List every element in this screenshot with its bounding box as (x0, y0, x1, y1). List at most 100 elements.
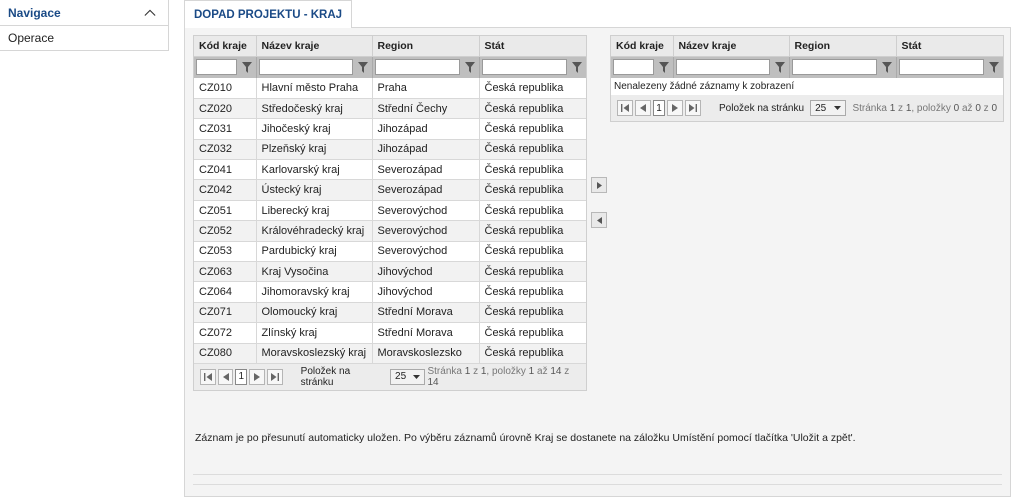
page-size-select[interactable]: 25 (810, 100, 847, 116)
first-page-icon[interactable] (617, 100, 633, 116)
filter-icon[interactable] (570, 60, 584, 74)
table-row[interactable]: CZ071 Olomoucký kraj Střední Morava Česká r… (194, 302, 586, 324)
filter-input[interactable] (258, 59, 353, 76)
cell-kod: CZ080 (194, 343, 257, 364)
cell-stat: Česká republika (479, 78, 586, 99)
cell-stat: Česká republika (479, 159, 586, 181)
column-header-kod[interactable]: Kód kraje (194, 36, 257, 57)
cell-stat: Česká republika (479, 261, 586, 283)
last-page-icon[interactable] (685, 100, 701, 116)
filter-icon[interactable] (240, 60, 254, 74)
cell-stat: Česká republika (479, 343, 586, 364)
table-row[interactable]: CZ064 Jihomoravský kraj Jihovýchod Česká re… (194, 281, 586, 303)
cell-stat: Česká republika (479, 98, 586, 120)
filter-icon[interactable] (356, 60, 370, 74)
grid-header-row: Kód kraje Název kraje Region Stát (194, 36, 586, 57)
move-right-icon[interactable] (591, 177, 607, 193)
column-header-region[interactable]: Region (372, 36, 480, 57)
info-note: Záznam je po přesunutí automaticky ulože… (195, 432, 856, 444)
cell-region: Střední Morava (372, 322, 480, 344)
cell-region: Moravskoslezsko (372, 343, 480, 364)
page-size-label: Položek na stránku (719, 102, 805, 114)
filter-icon[interactable] (773, 60, 787, 74)
column-header-region[interactable]: Region (789, 36, 897, 57)
current-page[interactable]: 1 (235, 368, 248, 385)
filter-input[interactable] (374, 59, 460, 76)
cell-nazev: Kraj Vysočina (256, 261, 373, 283)
filter-icon[interactable] (987, 60, 1001, 74)
filter-input[interactable] (675, 59, 770, 76)
cell-nazev: Hlavní město Praha (256, 78, 373, 99)
cell-kod: CZ063 (194, 261, 257, 283)
filter-icon[interactable] (657, 60, 671, 74)
move-left-icon[interactable] (591, 212, 607, 228)
filter-input[interactable] (481, 59, 567, 76)
column-header-stat[interactable]: Stát (896, 36, 1003, 57)
cell-stat: Česká republika (479, 118, 586, 140)
table-row[interactable]: CZ053 Pardubický kraj Severovýchod Česká re… (194, 241, 586, 263)
column-header-stat[interactable]: Stát (479, 36, 586, 57)
table-row[interactable]: CZ031 Jihočeský kraj Jihozápad Česká republ… (194, 118, 586, 140)
filter-input[interactable] (898, 59, 984, 76)
grid-pager: 1 Položek na stránku 25 Stránka 1 z 1, p… (194, 363, 586, 390)
next-page-icon[interactable] (249, 368, 265, 385)
available-regions-grid: Kód kraje Název kraje Region Stát CZ010 H… (193, 35, 587, 391)
filter-icon[interactable] (880, 60, 894, 74)
cell-region: Severovýchod (372, 220, 480, 242)
cell-nazev: Plzeňský kraj (256, 139, 373, 161)
column-header-nazev[interactable]: Název kraje (256, 36, 373, 57)
cell-kod: CZ064 (194, 281, 257, 303)
table-row[interactable]: CZ072 Zlínský kraj Střední Morava Česká rep… (194, 322, 586, 344)
nav-header[interactable]: Navigace (0, 0, 169, 26)
table-row[interactable]: CZ080 Moravskoslezský kraj Moravskoslezsko… (194, 343, 586, 364)
selected-regions-grid: Kód kraje Název kraje Region Stát Nenale… (610, 35, 1004, 122)
cell-nazev: Olomoucký kraj (256, 302, 373, 324)
cell-kod: CZ053 (194, 241, 257, 263)
cell-region: Severovýchod (372, 200, 480, 222)
column-header-nazev[interactable]: Název kraje (673, 36, 790, 57)
table-row[interactable]: CZ063 Kraj Vysočina Jihovýchod Česká republ… (194, 261, 586, 283)
filter-icon[interactable] (463, 60, 477, 74)
cell-kod: CZ041 (194, 159, 257, 181)
table-row[interactable]: CZ032 Plzeňský kraj Jihozápad Česká republi… (194, 139, 586, 161)
cell-stat: Česká republika (479, 179, 586, 201)
first-page-icon[interactable] (200, 368, 216, 385)
filter-input[interactable] (613, 59, 654, 76)
cell-kod: CZ071 (194, 302, 257, 324)
column-header-kod[interactable]: Kód kraje (611, 36, 674, 57)
prev-page-icon[interactable] (635, 100, 651, 116)
cell-nazev: Královéhradecký kraj (256, 220, 373, 242)
filter-input[interactable] (196, 59, 237, 76)
cell-region: Severozápad (372, 179, 480, 201)
cell-region: Jihozápad (372, 118, 480, 140)
cell-kod: CZ031 (194, 118, 257, 140)
cell-nazev: Moravskoslezský kraj (256, 343, 373, 364)
chevron-down-icon (413, 374, 421, 379)
sidebar-item-operace[interactable]: Operace (0, 26, 169, 51)
page-size-select[interactable]: 25 (390, 368, 426, 385)
table-row[interactable]: CZ020 Středočeský kraj Střední Čechy Česká … (194, 98, 586, 120)
cell-nazev: Karlovarský kraj (256, 159, 373, 181)
tab-dopad-projektu-kraj[interactable]: DOPAD PROJEKTU - KRAJ (184, 0, 353, 28)
cell-region: Jihovýchod (372, 281, 480, 303)
sidebar-item-label: Operace (8, 31, 55, 45)
cell-kod: CZ042 (194, 179, 257, 201)
main-panel: Kód kraje Název kraje Region Stát CZ010 H… (184, 27, 1011, 497)
table-row[interactable]: CZ052 Královéhradecký kraj Severovýchod Čes… (194, 220, 586, 242)
sidebar: Navigace Operace (0, 0, 169, 51)
current-page[interactable]: 1 (653, 100, 665, 116)
table-row[interactable]: CZ010 Hlavní město Praha Praha Česká republ… (194, 78, 586, 99)
divider (193, 474, 1002, 475)
pager-info: Stránka 1 z 1, položky 0 až 0 z 0 (852, 102, 997, 114)
cell-nazev: Jihomoravský kraj (256, 281, 373, 303)
table-row[interactable]: CZ041 Karlovarský kraj Severozápad Česká re… (194, 159, 586, 181)
filter-input[interactable] (791, 59, 877, 76)
prev-page-icon[interactable] (217, 368, 234, 385)
cell-stat: Česká republika (479, 220, 586, 242)
next-page-icon[interactable] (667, 100, 683, 116)
table-row[interactable]: CZ051 Liberecký kraj Severovýchod Česká rep… (194, 200, 586, 222)
cell-nazev: Středočeský kraj (256, 98, 373, 120)
chevron-up-icon[interactable] (144, 7, 156, 19)
table-row[interactable]: CZ042 Ústecký kraj Severozápad Česká republ… (194, 179, 586, 201)
last-page-icon[interactable] (266, 368, 283, 385)
